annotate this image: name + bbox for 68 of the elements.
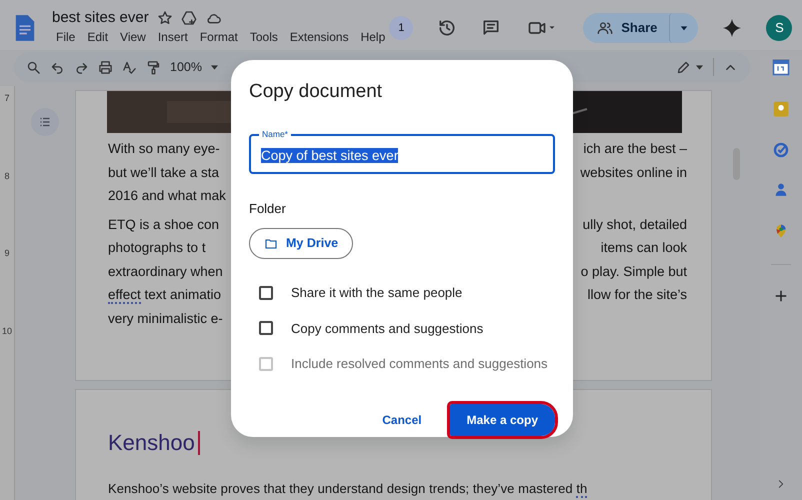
dialog-title: Copy document — [249, 80, 384, 104]
list-icon — [39, 116, 51, 128]
folder-icon — [264, 238, 278, 250]
body-text: ETQ is a shoe con — [108, 216, 220, 234]
menu-item[interactable]: File — [52, 27, 80, 47]
paint-format-icon[interactable] — [146, 60, 161, 74]
body-text: Kenshoo’s website proves that they understand design trends; they’ve mastered th — [108, 480, 588, 500]
search-icon[interactable] — [26, 60, 41, 74]
body-text: effect text animatio — [108, 286, 222, 306]
menu-item[interactable]: Insert — [154, 27, 192, 47]
caret-icon — [679, 24, 690, 32]
document-title[interactable]: best sites ever — [52, 9, 149, 27]
star-icon[interactable] — [156, 10, 173, 26]
docs-icon[interactable] — [14, 14, 36, 42]
chevron-right-icon[interactable] — [776, 478, 786, 490]
cancel-button[interactable]: Cancel — [370, 404, 434, 434]
ruler-number: 9 — [4, 247, 10, 260]
folder-label: Folder — [249, 200, 287, 218]
spellcheck-icon[interactable] — [122, 60, 137, 74]
body-text: items can look — [600, 239, 687, 257]
viewer-count[interactable]: 1 — [389, 16, 414, 40]
user-avatar[interactable]: S — [766, 15, 792, 41]
ruler-number: 10 — [2, 324, 12, 338]
body-text: llow for the site’s — [587, 286, 687, 304]
body-text: photographs to t — [108, 239, 206, 257]
ruler-number: 7 — [4, 92, 10, 105]
menu-item[interactable]: View — [116, 27, 150, 47]
checkbox-label[interactable]: Share it with the same people — [291, 283, 462, 302]
body-text: ich are the best – — [583, 140, 687, 158]
checkbox-label[interactable]: Copy comments and suggestions — [291, 318, 484, 338]
make-copy-button[interactable]: Make a copy — [450, 404, 555, 436]
body-text: but we’ll take a sta — [108, 164, 220, 182]
checkbox[interactable] — [259, 286, 273, 300]
plus-icon[interactable] — [774, 289, 788, 303]
menu-item[interactable]: Edit — [83, 27, 112, 47]
body-text: extraordinary when — [108, 262, 223, 281]
editing-mode-button[interactable] — [676, 60, 704, 74]
print-icon[interactable] — [98, 60, 113, 74]
body-text: o play. Simple but — [580, 262, 687, 281]
checkbox[interactable] — [259, 321, 273, 336]
menu-item[interactable]: Tools — [246, 27, 282, 47]
tasks-icon[interactable] — [773, 142, 789, 158]
body-text: With so many eye- — [108, 140, 220, 158]
drive-add-icon[interactable] — [180, 10, 197, 26]
body-text: websites online in — [580, 164, 687, 182]
field-value: Copy of best sites ever — [261, 148, 398, 162]
menu-item[interactable]: Extensions — [286, 27, 353, 47]
menu-item[interactable]: Help — [356, 27, 390, 47]
zoom-dropdown[interactable]: 100% — [170, 58, 219, 76]
caret-icon — [695, 64, 704, 70]
outline-button[interactable] — [31, 108, 59, 136]
caret-icon — [210, 64, 219, 70]
ruler-number: 8 — [4, 170, 10, 182]
sparkle-icon[interactable] — [722, 18, 742, 38]
body-text: ully shot, detailed — [582, 216, 687, 234]
folder-button[interactable]: My Drive — [249, 228, 354, 259]
body-text: 2016 and what mak — [108, 187, 226, 205]
body-text: very minimalistic e- — [108, 310, 223, 328]
checkbox-label: Include resolved comments and suggestions — [291, 355, 548, 373]
text-cursor — [198, 430, 200, 454]
person-icon[interactable] — [774, 182, 788, 198]
calendar-icon[interactable] — [772, 58, 790, 76]
heading: Kenshoo — [108, 429, 195, 457]
menu-item[interactable]: Format — [196, 27, 242, 47]
history-icon[interactable] — [437, 18, 458, 38]
map-pin-icon[interactable] — [774, 222, 788, 240]
pencil-icon — [676, 60, 691, 74]
people-icon — [597, 20, 614, 36]
